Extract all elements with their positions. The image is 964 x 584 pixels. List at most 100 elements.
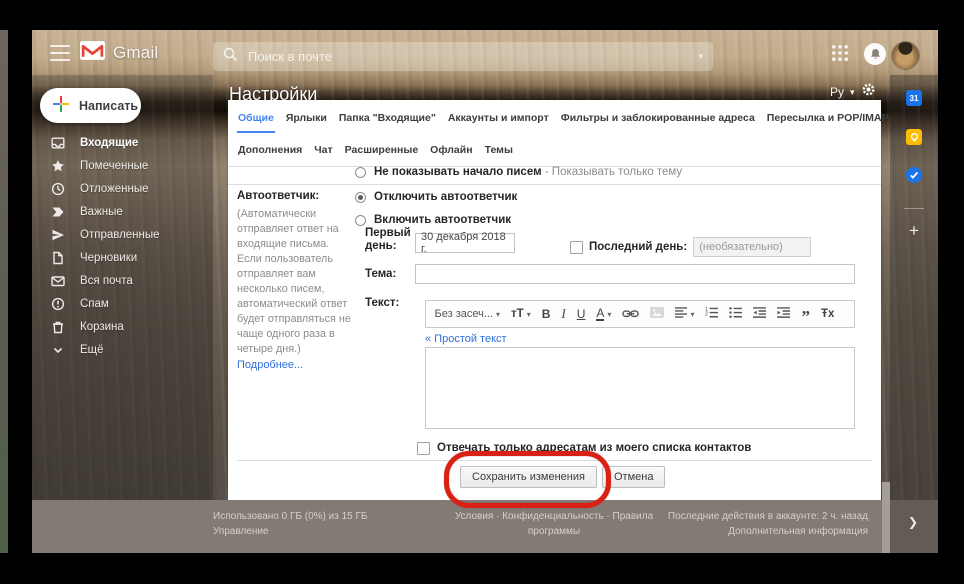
vacation-description: (Автоматически отправляет ответ на входя… — [237, 207, 355, 357]
form-buttons: Сохранить изменения Отмена — [460, 466, 665, 488]
cancel-button[interactable]: Отмена — [602, 466, 665, 488]
contacts-only-checkbox[interactable] — [417, 442, 430, 455]
insert-link-button[interactable] — [617, 302, 645, 326]
font-size-button[interactable]: тТ ▾ — [506, 302, 537, 326]
text-color-button[interactable]: A ▾ — [591, 302, 617, 326]
account-avatar[interactable] — [892, 42, 919, 69]
apps-grid-icon[interactable] — [831, 44, 849, 62]
responder-on-radio[interactable] — [355, 215, 366, 226]
responder-off-radio[interactable] — [355, 192, 366, 203]
indent-icon — [777, 307, 790, 321]
language-caret-icon[interactable]: ▾ — [850, 87, 855, 98]
brand-text: Gmail — [113, 43, 158, 63]
manage-storage-link[interactable]: Управление — [213, 524, 367, 539]
sidebar-nav: Входящие Помеченные Отложенные Важные От… — [32, 131, 213, 361]
plain-text-link[interactable]: « Простой текст — [425, 333, 507, 345]
settings-tabs-row2: Дополнения Чат Расширенные Офлайн Темы — [237, 142, 514, 158]
sidebar-item-sent[interactable]: Отправленные — [32, 223, 213, 246]
divider — [237, 460, 872, 461]
image-icon — [650, 307, 664, 321]
tab-addons[interactable]: Дополнения — [237, 142, 303, 158]
sidebar-item-spam[interactable]: Спам — [32, 292, 213, 315]
first-day-input[interactable]: 30 декабря 2018 г. — [415, 233, 515, 253]
bold-button[interactable]: B — [536, 302, 556, 326]
dropdown-caret-icon: ▾ — [607, 310, 611, 319]
learn-more-link[interactable]: Подробнее... — [237, 359, 355, 371]
sidebar-item-starred[interactable]: Помеченные — [32, 154, 213, 177]
calendar-icon[interactable]: 31 — [906, 90, 922, 106]
sidebar-item-inbox[interactable]: Входящие — [32, 131, 213, 154]
chevron-down-icon — [51, 343, 65, 357]
insert-image-button[interactable] — [645, 302, 670, 326]
tab-filters[interactable]: Фильтры и заблокированные адреса — [560, 110, 756, 126]
search-options-caret-icon[interactable]: ▾ — [698, 51, 703, 62]
inbox-icon — [51, 136, 65, 150]
search-bar[interactable]: Поиск в почте ▾ — [213, 42, 713, 71]
tab-themes[interactable]: Темы — [484, 142, 514, 158]
clock-icon — [51, 182, 65, 196]
gmail-logo: Gmail — [80, 41, 158, 65]
outdent-icon — [753, 307, 766, 321]
tab-forwarding[interactable]: Пересылка и POP/IMAP — [766, 110, 890, 126]
storage-info: Использовано 0 ГБ (0%) из 15 ГБ Управлен… — [213, 509, 367, 539]
align-button[interactable]: ▾ — [670, 302, 700, 326]
last-day-checkbox[interactable] — [570, 241, 583, 254]
font-family-button[interactable]: Без засеч... ▾ — [429, 302, 506, 326]
quote-button[interactable]: ” — [796, 302, 816, 326]
indent-button[interactable] — [772, 302, 796, 326]
main-menu-icon[interactable] — [50, 45, 70, 61]
contacts-only-label: Отвечать только адресатам из моего списк… — [437, 442, 751, 454]
sidebar-item-drafts[interactable]: Черновики — [32, 246, 213, 269]
settings-header-right: Ру ▾ — [830, 82, 876, 102]
tab-inbox[interactable]: Папка "Входящие" — [338, 110, 437, 126]
tab-general[interactable]: Общие — [237, 110, 275, 126]
subject-input[interactable] — [415, 264, 855, 284]
response-body-textarea[interactable] — [425, 347, 855, 429]
activity-line: Последние действия в аккаунте: 2 ч. наза… — [668, 509, 868, 524]
sidebar-item-important[interactable]: Важные — [32, 200, 213, 223]
divider — [228, 184, 881, 185]
star-icon — [51, 159, 65, 173]
italic-button[interactable]: I — [556, 302, 571, 326]
tab-advanced[interactable]: Расширенные — [344, 142, 420, 158]
sidebar-item-trash[interactable]: Корзина — [32, 315, 213, 338]
notifications-bell-icon[interactable] — [864, 43, 886, 65]
sidebar-item-all-mail[interactable]: Вся почта — [32, 269, 213, 292]
snippet-radio[interactable] — [355, 167, 366, 178]
vacation-description-column: Автоответчик: (Автоматически отправляет … — [237, 190, 355, 371]
details-link[interactable]: Дополнительная информация — [668, 524, 868, 539]
outdent-button[interactable] — [748, 302, 772, 326]
gmail-envelope-icon — [80, 41, 105, 65]
scrollbar-thumb[interactable] — [882, 482, 890, 553]
keep-icon[interactable] — [906, 129, 922, 145]
get-addons-plus-icon[interactable]: + — [904, 221, 924, 241]
settings-gear-icon[interactable] — [861, 82, 876, 102]
compose-button[interactable]: Написать — [40, 88, 141, 123]
tab-accounts[interactable]: Аккаунты и импорт — [447, 110, 550, 126]
dropdown-caret-icon: ▾ — [496, 310, 500, 319]
gmail-window: Gmail Поиск в почте ▾ Написать Входящие — [32, 30, 938, 553]
tasks-icon[interactable] — [906, 167, 922, 183]
save-changes-button[interactable]: Сохранить изменения — [460, 466, 597, 488]
vacation-label: Автоответчик: — [237, 190, 355, 202]
dropdown-caret-icon: ▾ — [527, 310, 531, 319]
tab-labels[interactable]: Ярлыки — [285, 110, 328, 126]
search-icon — [223, 47, 238, 67]
language-selector[interactable]: Ру — [830, 85, 844, 99]
tab-offline[interactable]: Офлайн — [429, 142, 473, 158]
compose-label: Написать — [79, 99, 138, 113]
first-day-row: Первый день: 30 декабря 2018 г. — [365, 227, 515, 253]
sidebar-item-more[interactable]: Ещё — [32, 338, 213, 361]
list-ol-icon: 12 — [705, 307, 718, 321]
collapse-panel-chevron-icon[interactable]: ❯ — [908, 515, 918, 529]
send-icon — [51, 228, 65, 242]
remove-formatting-button[interactable]: Ŧx — [815, 302, 839, 326]
last-day-label: Последний день: — [589, 241, 687, 253]
tab-chat[interactable]: Чат — [313, 142, 333, 158]
bulleted-list-button[interactable] — [724, 302, 748, 326]
screen-edge — [0, 30, 8, 553]
underline-button[interactable]: U — [571, 302, 591, 326]
sidebar-item-snoozed[interactable]: Отложенные — [32, 177, 213, 200]
numbered-list-button[interactable]: 12 — [700, 302, 724, 326]
important-icon — [51, 205, 65, 219]
